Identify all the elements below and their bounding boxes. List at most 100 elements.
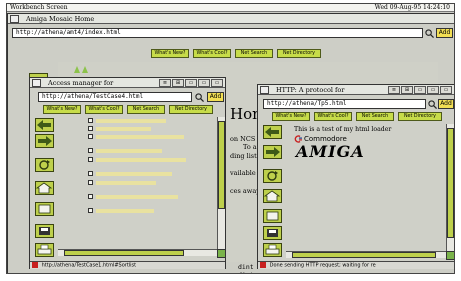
gadget-2[interactable]: ⊞ — [172, 79, 184, 87]
http-url-field[interactable]: http://athena/Tp5.html — [263, 99, 426, 109]
gadget-4[interactable]: ▭ — [198, 79, 210, 87]
gadget-4[interactable]: ▭ — [427, 86, 439, 94]
http-status-bar: Done sending HTTP request; waiting for r… — [258, 261, 454, 269]
http-close-gadget[interactable] — [260, 86, 269, 94]
screen-title: Workbench Screen — [10, 4, 68, 11]
access-add-button[interactable]: Add — [207, 92, 224, 102]
checkbox[interactable] — [88, 157, 93, 162]
checkbox[interactable] — [88, 118, 93, 123]
reload-icon[interactable] — [263, 169, 282, 183]
checkbox[interactable] — [88, 126, 93, 131]
screen-title-bar: Workbench Screen Wed 09-Aug-95 14:24:10 — [7, 4, 454, 12]
http-search-icon[interactable] — [428, 100, 437, 109]
http-nav-whats-cool[interactable]: What's Cool? — [314, 112, 352, 121]
list-item-line — [96, 127, 151, 131]
stop-icon[interactable] — [32, 262, 38, 268]
checkbox[interactable] — [88, 208, 93, 213]
main-nav-whats-new[interactable]: What's New? — [151, 49, 189, 58]
access-nav-whats-cool[interactable]: What's Cool? — [85, 105, 123, 114]
main-body-line-1: on NCS — [230, 135, 256, 143]
workbench-screen: Workbench Screen Wed 09-Aug-95 14:24:10 … — [6, 3, 455, 274]
main-dint-label-1: dint — [238, 263, 254, 271]
list-item-line — [96, 158, 186, 162]
access-title-bar[interactable]: Access manager for ≡ ⊞ ▭ ▭ ▭ — [30, 78, 225, 88]
main-title-bar[interactable]: Amiga Mosaic Home — [8, 14, 454, 24]
access-window-title: Access manager for — [48, 79, 114, 87]
access-close-gadget[interactable] — [32, 79, 41, 87]
main-add-button[interactable]: Add — [436, 28, 453, 38]
main-url-field[interactable]: http://athena/amt4/index.html — [12, 28, 423, 38]
list-item-line — [96, 172, 172, 176]
http-resize-handle[interactable] — [446, 251, 454, 260]
list-item-line — [96, 135, 184, 139]
access-search-icon[interactable] — [195, 93, 204, 102]
http-hscroll-knob[interactable] — [292, 252, 436, 258]
http-status-text: Done sending HTTP request; waiting for r… — [269, 262, 376, 269]
http-title-bar[interactable]: HTTP: A protocol for ≡ ⊞ ▭ ▭ ▭ — [258, 85, 454, 95]
checkbox[interactable] — [88, 171, 93, 176]
main-body-line-4: vailable — [230, 169, 256, 177]
main-nav-whats-cool[interactable]: What's Cool? — [193, 49, 231, 58]
forward-arrow-icon[interactable] — [35, 134, 54, 148]
access-status-text: http://athena/TestCase1.html#Sortlist — [41, 262, 137, 269]
access-resize-handle[interactable] — [217, 249, 226, 258]
list-item-line — [96, 195, 178, 199]
main-window-title: Amiga Mosaic Home — [26, 15, 95, 23]
access-nav-whats-new[interactable]: What's New? — [43, 105, 81, 114]
gadget-1[interactable]: ≡ — [159, 79, 171, 87]
gadget-5[interactable]: ▭ — [211, 79, 223, 87]
back-arrow-icon[interactable] — [35, 118, 54, 132]
print-icon[interactable] — [35, 243, 54, 257]
access-hscroll-knob[interactable] — [64, 250, 184, 256]
main-nav-net-directory[interactable]: Net Directory — [277, 49, 321, 58]
stop-icon[interactable] — [260, 262, 266, 268]
http-nav-net-directory[interactable]: Net Directory — [398, 112, 442, 121]
home-icon[interactable] — [263, 189, 282, 203]
access-vertical-scrollbar[interactable] — [217, 117, 225, 249]
http-add-button[interactable]: Add — [438, 99, 454, 109]
http-window-gadgets: ≡ ⊞ ▭ ▭ ▭ — [388, 86, 452, 94]
close-gadget[interactable] — [10, 15, 19, 23]
home-icon[interactable] — [35, 181, 54, 195]
print-icon[interactable] — [263, 243, 282, 257]
main-body-line-5: ces away — [230, 187, 260, 195]
checkbox[interactable] — [88, 180, 93, 185]
gadget-1[interactable]: ≡ — [388, 86, 400, 94]
reload-icon[interactable] — [35, 158, 54, 172]
open-icon[interactable] — [263, 209, 282, 223]
http-window: HTTP: A protocol for ≡ ⊞ ▭ ▭ ▭ http://at… — [257, 84, 454, 269]
access-vscroll-knob[interactable] — [218, 121, 225, 209]
checkbox[interactable] — [88, 134, 93, 139]
search-icon[interactable] — [425, 29, 434, 38]
forward-arrow-icon[interactable] — [263, 145, 282, 159]
gadget-2[interactable]: ⊞ — [401, 86, 413, 94]
checkbox[interactable] — [88, 194, 93, 199]
access-horizontal-scrollbar[interactable] — [58, 249, 217, 256]
marker-icon — [74, 66, 88, 73]
access-nav-net-search[interactable]: Net Search — [127, 105, 165, 114]
gadget-3[interactable]: ▭ — [414, 86, 426, 94]
http-nav-net-search[interactable]: Net Search — [356, 112, 394, 121]
http-window-title: HTTP: A protocol for — [276, 86, 345, 94]
http-nav-whats-new[interactable]: What's New? — [272, 112, 310, 121]
access-url-field[interactable]: http://athena/TestCase4.html — [38, 92, 192, 102]
http-vertical-scrollbar[interactable] — [446, 124, 454, 251]
gadget-5[interactable]: ▭ — [440, 86, 452, 94]
save-icon[interactable] — [35, 224, 54, 238]
back-arrow-icon[interactable] — [263, 125, 282, 139]
list-item-line — [96, 149, 162, 153]
access-nav-net-directory[interactable]: Net Directory — [169, 105, 213, 114]
main-nav-net-search[interactable]: Net Search — [235, 49, 273, 58]
access-manager-window: Access manager for ≡ ⊞ ▭ ▭ ▭ http://athe… — [29, 77, 226, 269]
screen-clock: Wed 09-Aug-95 14:24:10 — [374, 4, 450, 11]
access-status-bar: http://athena/TestCase1.html#Sortlist — [30, 261, 225, 269]
list-item-line — [96, 119, 166, 123]
main-dint-label-2: dint — [238, 271, 254, 273]
gadget-3[interactable]: ▭ — [185, 79, 197, 87]
checkbox[interactable] — [88, 148, 93, 153]
save-icon[interactable] — [263, 226, 282, 240]
open-icon[interactable] — [35, 202, 54, 216]
http-horizontal-scrollbar[interactable] — [286, 251, 446, 258]
main-body-line-2: To a — [243, 143, 257, 151]
http-vscroll-knob[interactable] — [447, 128, 454, 238]
